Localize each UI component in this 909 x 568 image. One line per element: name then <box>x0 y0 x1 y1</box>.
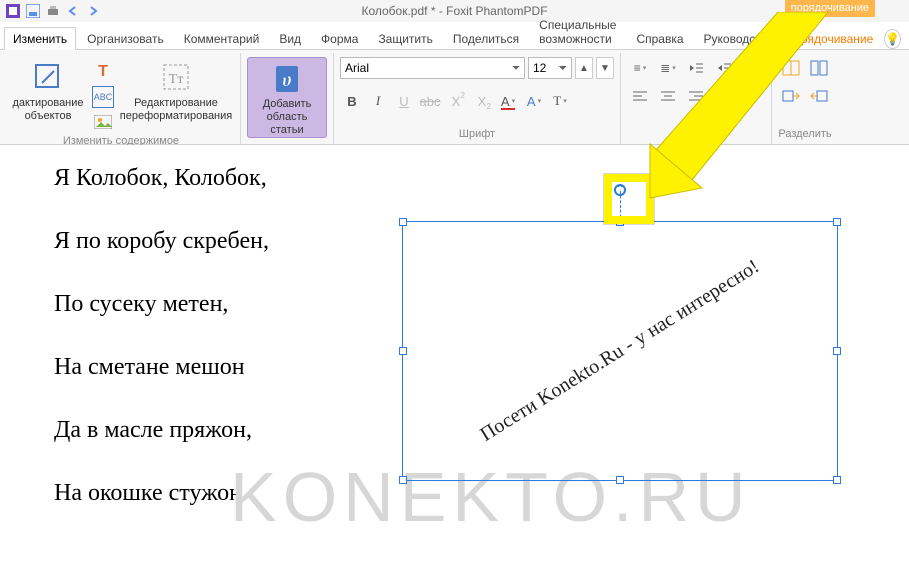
group-paragraph: ≡▾ ≣▾ A↔▾ <box>621 53 772 144</box>
bullets-button[interactable]: ≡▾ <box>627 57 653 79</box>
resize-handle[interactable] <box>833 218 841 226</box>
redo-icon[interactable] <box>86 4 100 18</box>
resize-handle[interactable] <box>616 476 624 484</box>
unlink-box-icon[interactable] <box>806 85 832 107</box>
image-icon[interactable] <box>92 111 114 133</box>
underline-button[interactable]: U <box>392 89 416 113</box>
app-menu-icon[interactable] <box>6 4 20 18</box>
tab-change[interactable]: Изменить <box>4 27 76 50</box>
edit-reflow-button[interactable]: Tт Редактирование переформатирования <box>118 57 234 123</box>
highlight-button[interactable]: A▾ <box>522 89 546 113</box>
split-vert-icon[interactable] <box>806 57 832 79</box>
resize-handle[interactable] <box>399 347 407 355</box>
tab-share[interactable]: Поделиться <box>444 27 528 50</box>
group-label-font: Шрифт <box>340 126 614 142</box>
numbering-button[interactable]: ≣▾ <box>655 57 681 79</box>
tab-guide[interactable]: Руководст <box>695 27 770 50</box>
window-title: Колобок.pdf * - Foxit PhantomPDF <box>361 4 547 18</box>
group-label-paragraph: Абзац <box>627 126 765 142</box>
group-add-article: ሀ Добавить область статьи <box>241 53 334 144</box>
bold-button[interactable]: B <box>340 89 364 113</box>
group-split: Разделить <box>772 53 838 144</box>
group-edit-content: дактирование объектов T ABC Tт Редактиро… <box>2 53 241 144</box>
save-icon[interactable] <box>26 4 40 18</box>
indent-button[interactable] <box>711 57 737 79</box>
abc-text-icon[interactable]: ABC <box>92 86 114 108</box>
tab-accessibility[interactable]: Специальные возможности <box>530 13 625 50</box>
edit-objects-label: дактирование объектов <box>12 97 83 123</box>
resize-handle[interactable] <box>833 347 841 355</box>
tab-form[interactable]: Форма <box>312 27 367 50</box>
quick-access-toolbar <box>0 4 100 18</box>
outdent-button[interactable] <box>683 57 709 79</box>
text-tool-icon[interactable]: T <box>92 61 114 83</box>
font-name-select[interactable]: Arial <box>340 57 525 79</box>
edit-objects-button[interactable]: дактирование объектов <box>8 57 88 123</box>
reflow-icon: Tт <box>158 59 194 95</box>
selected-text-object[interactable]: Посети Konekto.Ru - у нас интересно! <box>476 255 763 446</box>
reflow-label: Редактирование переформатирования <box>120 97 232 123</box>
tab-comment[interactable]: Комментарий <box>175 27 269 50</box>
subscript-button[interactable]: X2 <box>470 89 494 113</box>
ribbon-tabs: Изменить Организовать Комментарий Вид Фо… <box>0 22 909 50</box>
add-article-button[interactable]: ሀ Добавить область статьи <box>247 57 327 138</box>
selection-box[interactable]: Посети Konekto.Ru - у нас интересно! <box>402 221 838 481</box>
resize-handle[interactable] <box>833 476 841 484</box>
tab-organize[interactable]: Организовать <box>78 27 173 50</box>
annotation-highlight-box <box>604 174 654 224</box>
char-spacing-button[interactable]: A↔▾ <box>739 57 765 79</box>
align-justify-button[interactable] <box>711 85 737 107</box>
group-font: Arial 12 ▲ ▼ B I U abc X2 X2 A▾ A▾ Т▾ Шр… <box>334 53 621 144</box>
title-bar: Колобок.pdf * - Foxit PhantomPDF порядоч… <box>0 0 909 22</box>
tab-arrange[interactable]: Упорядочивание <box>772 27 883 50</box>
add-article-icon: ሀ <box>269 60 305 96</box>
help-bulb-icon[interactable]: 💡 <box>884 29 901 49</box>
svg-text:Tт: Tт <box>169 72 184 87</box>
tab-help[interactable]: Справка <box>627 27 692 50</box>
ribbon: дактирование объектов T ABC Tт Редактиро… <box>0 50 909 145</box>
font-size-select[interactable]: 12 <box>528 57 572 79</box>
group-label-split: Разделить <box>778 126 832 142</box>
shrink-font-button[interactable]: ▼ <box>596 57 614 79</box>
italic-button[interactable]: I <box>366 89 390 113</box>
line-spacing-button[interactable]: ↕≡▾ <box>739 85 765 107</box>
document-view: Я Колобок, Колобок, Я по коробу скребен,… <box>0 145 909 568</box>
align-center-button[interactable] <box>655 85 681 107</box>
svg-text:ሀ: ሀ <box>282 70 291 90</box>
title-badge: порядочивание <box>785 0 875 17</box>
strike-button[interactable]: abc <box>418 89 442 113</box>
edit-objects-icon <box>30 59 66 95</box>
tab-view[interactable]: Вид <box>270 27 310 50</box>
text-case-button[interactable]: Т▾ <box>548 89 572 113</box>
resize-handle[interactable] <box>399 476 407 484</box>
align-left-button[interactable] <box>627 85 653 107</box>
superscript-button[interactable]: X2 <box>444 89 468 113</box>
align-right-button[interactable] <box>683 85 709 107</box>
print-icon[interactable] <box>46 4 60 18</box>
merge-cells-icon[interactable] <box>778 57 804 79</box>
text-line[interactable]: Я Колобок, Колобок, <box>54 165 909 192</box>
add-article-label: Добавить область статьи <box>250 98 324 137</box>
undo-icon[interactable] <box>66 4 80 18</box>
resize-handle[interactable] <box>399 218 407 226</box>
font-color-button[interactable]: A▾ <box>496 89 520 113</box>
tab-protect[interactable]: Защитить <box>369 27 441 50</box>
link-box-icon[interactable] <box>778 85 804 107</box>
grow-font-button[interactable]: ▲ <box>575 57 593 79</box>
